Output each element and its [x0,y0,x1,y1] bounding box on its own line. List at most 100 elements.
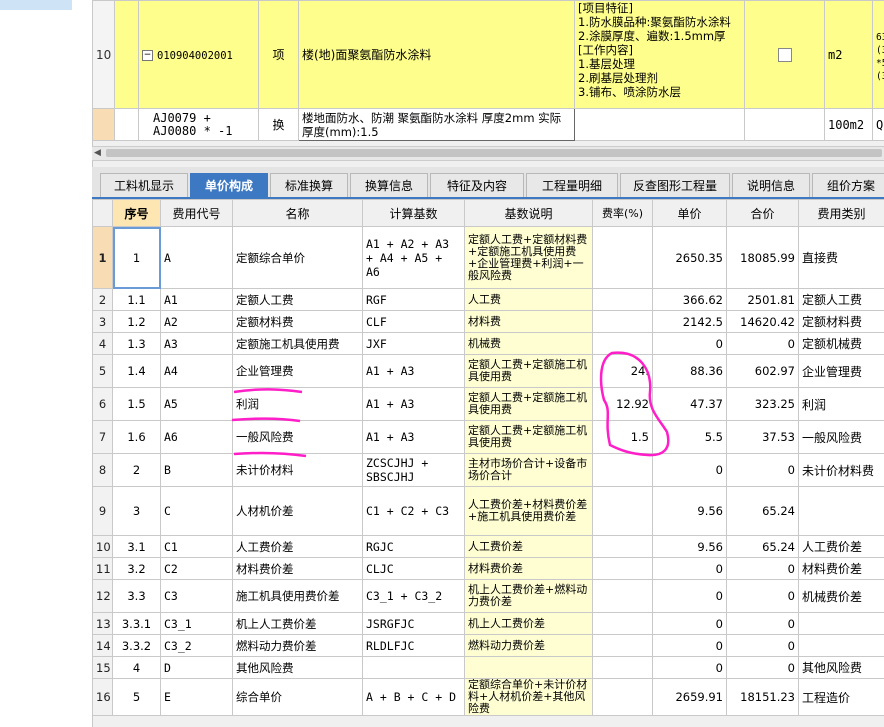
fee-category-cell[interactable]: 其他风险费 [798,656,884,679]
tab-description-info[interactable]: 说明信息 [732,173,810,197]
fee-category-cell[interactable]: 人工费价差 [798,535,884,558]
seq-cell[interactable]: 1.3 [112,332,161,355]
seq-cell[interactable]: 3.3.1 [112,612,161,635]
fee-name-cell[interactable]: 机上人工费价差 [232,612,363,635]
rate-cell[interactable] [592,226,653,289]
tab-conversion-info[interactable]: 换算信息 [350,173,428,197]
rate-cell[interactable] [592,486,653,536]
fee-code-cell[interactable]: C3_1 [160,612,233,635]
seq-cell[interactable]: 3.3 [112,579,161,613]
fee-code-cell[interactable]: E [160,678,233,716]
total-cell[interactable]: 0 [726,332,799,355]
fee-name-cell[interactable]: 材料费价差 [232,557,363,580]
seq-cell[interactable]: 1.6 [112,420,161,454]
rate-cell[interactable] [592,332,653,355]
total-cell[interactable]: 0 [726,656,799,679]
fee-name-cell[interactable]: 其他风险费 [232,656,363,679]
table-row[interactable]: 14 3.3.2 C3_2 燃料动力费价差 RLDLFJC 燃料动力费价差 0 0 [92,634,884,657]
quota-name-cell[interactable]: 楼地面防水、防潮 聚氨酯防水涂料 厚度2mm 实际厚度(mm):1.5 [298,108,575,141]
total-cell[interactable]: 602.97 [726,354,799,388]
rate-cell[interactable] [592,557,653,580]
unit-price-cell[interactable]: 0 [652,656,727,679]
unit-price-cell[interactable]: 366.62 [652,288,727,311]
seq-cell[interactable]: 2 [112,453,161,487]
item-unit-cell[interactable]: m2 [824,0,873,109]
total-cell[interactable]: 0 [726,557,799,580]
seq-cell[interactable]: 3.2 [112,557,161,580]
item-type-cell[interactable]: 项 [258,0,299,109]
base-desc-cell[interactable]: 定额人工费+定额施工机具使用费 [464,354,593,388]
fee-code-cell[interactable]: A6 [160,420,233,454]
item-features-cell[interactable]: [项目特征] 1.防水膜品种:聚氨酯防水涂料 2.涂膜厚度、遍数:1.5mm厚 [工作… [574,0,745,109]
calc-base-cell[interactable]: CLF [362,310,465,333]
fee-category-cell[interactable]: 一般风险费 [798,420,884,454]
fee-category-cell[interactable]: 未计价材料费 [798,453,884,487]
quota-row[interactable]: AJ0079 + AJ0080 * -1 换 楼地面防水、防潮 聚氨酯防水涂料 … [92,108,884,141]
item-checkbox[interactable] [777,47,792,62]
total-cell[interactable]: 0 [726,453,799,487]
base-desc-cell[interactable]: 人工费价差 [464,535,593,558]
table-row[interactable]: 10 3.1 C1 人工费价差 RGJC 人工费价差 9.56 65.24 人工费价差 [92,535,884,558]
fee-category-cell[interactable]: 定额人工费 [798,288,884,311]
fee-code-cell[interactable]: C [160,486,233,536]
base-desc-cell[interactable]: 定额人工费+定额材料费+定额施工机具使用费+企业管理费+利润+一般风险费 [464,226,593,289]
unit-price-cell[interactable]: 0 [652,453,727,487]
table-row[interactable]: 16 5 E 综合单价 A + B + C + D 定额综合单价+未计价材料+人材机价差+… [92,678,884,716]
total-cell[interactable]: 0 [726,579,799,613]
project-tree-selected-item[interactable] [0,0,72,10]
item-qty-cell[interactable]: 632.7= (33.2 *5+ (33.4 [871,0,884,109]
calc-base-cell[interactable]: C1 + C2 + C3 [362,486,465,536]
header-rate[interactable]: 费率(%) [592,199,653,227]
quota-qty-cell[interactable]: QDL * [871,108,884,141]
base-desc-cell[interactable]: 主材市场价合计+设备市场价合计 [464,453,593,487]
calc-base-cell[interactable]: C3_1 + C3_2 [362,579,465,613]
calc-base-cell[interactable]: A + B + C + D [362,678,465,716]
base-desc-cell[interactable]: 定额人工费+定额施工机具使用费 [464,420,593,454]
fee-category-cell[interactable] [798,612,884,635]
seq-cell[interactable]: 5 [112,678,161,716]
base-desc-cell[interactable]: 材料费价差 [464,557,593,580]
total-cell[interactable]: 14620.42 [726,310,799,333]
table-row[interactable]: 8 2 B 未计价材料 ZCSCJHJ + SBSCJHJ 主材市场价合计+设备市场价合计… [92,453,884,487]
bill-item-row[interactable]: 10 −010904002001 项 楼(地)面聚氨酯防水涂料 [项目特征] 1.… [92,0,884,109]
total-cell[interactable]: 323.25 [726,387,799,421]
total-cell[interactable]: 2501.81 [726,288,799,311]
fee-name-cell[interactable]: 企业管理费 [232,354,363,388]
horizontal-scrollbar[interactable]: ◀ [92,146,884,161]
calc-base-cell[interactable]: A1 + A3 [362,420,465,454]
unit-price-cell[interactable]: 47.37 [652,387,727,421]
table-row[interactable]: 12 3.3 C3 施工机具使用费价差 C3_1 + C3_2 机上人工费价差+燃料动力费… [92,579,884,613]
seq-cell[interactable]: 3.1 [112,535,161,558]
fee-code-cell[interactable]: C3_2 [160,634,233,657]
seq-cell[interactable]: 1.1 [112,288,161,311]
total-cell[interactable]: 18085.99 [726,226,799,289]
header-total[interactable]: 合价 [726,199,799,227]
fee-name-cell[interactable]: 利润 [232,387,363,421]
seq-cell[interactable]: 1.4 [112,354,161,388]
tab-quantity-detail[interactable]: 工程量明细 [526,173,618,197]
tab-pricing-scheme[interactable]: 组价方案 [812,173,884,197]
fee-code-cell[interactable]: C1 [160,535,233,558]
fee-category-cell[interactable]: 材料费价差 [798,557,884,580]
table-row[interactable]: 2 1.1 A1 定额人工费 RGF 人工费 366.62 2501.81 定额人工费 [92,288,884,311]
fee-code-cell[interactable]: A5 [160,387,233,421]
fee-code-cell[interactable]: B [160,453,233,487]
seq-cell[interactable]: 1.2 [112,310,161,333]
header-unit-price[interactable]: 单价 [652,199,727,227]
base-desc-cell[interactable] [464,656,593,679]
unit-price-cell[interactable]: 2659.91 [652,678,727,716]
calc-base-cell[interactable]: RLDLFJC [362,634,465,657]
fee-category-cell[interactable] [798,634,884,657]
base-desc-cell[interactable]: 人工费价差+材料费价差+施工机具使用费价差 [464,486,593,536]
base-desc-cell[interactable]: 机械费 [464,332,593,355]
fee-code-cell[interactable]: A1 [160,288,233,311]
table-row[interactable]: 6 1.5 A5 利润 A1 + A3 定额人工费+定额施工机具使用费 12.92 47.37… [92,387,884,421]
fee-code-cell[interactable]: A [160,226,233,289]
tab-reverse-graphic-quantity[interactable]: 反查图形工程量 [620,173,730,197]
header-category[interactable]: 费用类别 [798,199,884,227]
fee-name-cell[interactable]: 燃料动力费价差 [232,634,363,657]
base-desc-cell[interactable]: 定额人工费+定额施工机具使用费 [464,387,593,421]
rate-cell[interactable]: 12.92 [592,387,653,421]
unit-price-cell[interactable]: 9.56 [652,486,727,536]
header-name[interactable]: 名称 [232,199,363,227]
